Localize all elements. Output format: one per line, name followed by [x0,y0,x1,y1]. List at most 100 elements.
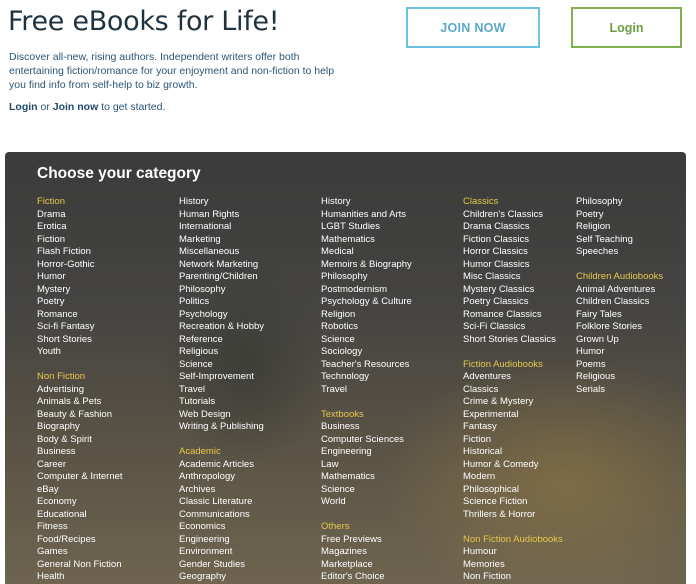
category-link[interactable]: Engineering [321,446,412,459]
category-link[interactable]: Science [179,359,264,372]
category-link[interactable]: Sci-fi Fantasy [37,321,123,334]
category-link[interactable]: Archives [179,484,264,497]
category-link[interactable]: Humanities and Arts [321,209,412,222]
category-link[interactable]: Romance [37,309,123,322]
category-link[interactable]: Career [37,459,123,472]
category-link[interactable]: Business [321,421,412,434]
category-link[interactable]: Body & Spirit [37,434,123,447]
category-link[interactable]: Computer Sciences [321,434,412,447]
category-link[interactable]: Philosophy [576,196,663,209]
category-link[interactable]: LGBT Studies [321,221,412,234]
category-link[interactable]: Mathematics [321,234,412,247]
category-link[interactable]: Erotica [37,221,123,234]
category-link[interactable]: Philosophy [321,271,412,284]
category-link[interactable]: eBay [37,484,123,497]
category-link[interactable]: Fantasy [463,421,563,434]
category-link[interactable]: Experimental [463,409,563,422]
category-link[interactable]: Tutorials [179,396,264,409]
category-link[interactable]: Mathematics [321,471,412,484]
category-link[interactable]: Fiction Classics [463,234,563,247]
category-link[interactable]: Humor [37,271,123,284]
category-link[interactable]: Technology [321,371,412,384]
category-link[interactable]: Engineering [179,534,264,547]
login-button[interactable]: Login [571,7,682,48]
category-link[interactable]: Serials [576,384,663,397]
category-link[interactable]: Games [37,546,123,559]
category-link[interactable]: Drama Classics [463,221,563,234]
category-link[interactable]: Academic Articles [179,459,264,472]
login-link[interactable]: Login [9,101,38,113]
category-link[interactable]: International [179,221,264,234]
category-link[interactable]: Grown Up [576,334,663,347]
category-link[interactable]: Youth [37,346,123,359]
category-link[interactable]: Medical [321,246,412,259]
category-link[interactable]: Humor & Comedy [463,459,563,472]
category-link[interactable]: Health [37,571,123,584]
category-link[interactable]: Fairy Tales [576,309,663,322]
category-link[interactable]: Network Marketing [179,259,264,272]
category-link[interactable]: Religion [576,221,663,234]
category-link[interactable]: Children's Classics [463,209,563,222]
category-link[interactable]: Short Stories Classics [463,334,563,347]
category-link[interactable]: Horror-Gothic [37,259,123,272]
category-link[interactable]: Magazines [321,546,412,559]
category-link[interactable]: Classic Literature [179,496,264,509]
category-link[interactable]: Classics [463,384,563,397]
category-link[interactable]: Drama [37,209,123,222]
category-link[interactable]: Economy [37,496,123,509]
category-link[interactable]: Animal Adventures [576,284,663,297]
category-link[interactable]: Recreation & Hobby [179,321,264,334]
category-link[interactable]: Gender Studies [179,559,264,572]
category-link[interactable]: History [179,196,264,209]
category-link[interactable]: Beauty & Fashion [37,409,123,422]
category-link[interactable]: Philosophy [179,284,264,297]
category-link[interactable]: Robotics [321,321,412,334]
category-link[interactable]: Religion [321,309,412,322]
category-link[interactable]: Economics [179,521,264,534]
category-link[interactable]: Politics [179,296,264,309]
category-link[interactable]: Reference [179,334,264,347]
category-link[interactable]: Folklore Stories [576,321,663,334]
category-link[interactable]: Writing & Publishing [179,421,264,434]
category-link[interactable]: Educational [37,509,123,522]
category-link[interactable]: Self Teaching [576,234,663,247]
category-link[interactable]: Animals & Pets [37,396,123,409]
category-link[interactable]: Psychology & Culture [321,296,412,309]
category-link[interactable]: History [321,196,412,209]
category-link[interactable]: Postmodernism [321,284,412,297]
category-link[interactable]: Psychology [179,309,264,322]
category-link[interactable]: Self-Improvement [179,371,264,384]
category-link[interactable]: Business [37,446,123,459]
category-link[interactable]: Poetry Classics [463,296,563,309]
category-link[interactable]: Geography [179,571,264,584]
category-link[interactable]: Anthropology [179,471,264,484]
category-link[interactable]: Marketplace [321,559,412,572]
category-link[interactable]: Religious [179,346,264,359]
category-link[interactable]: Web Design [179,409,264,422]
category-link[interactable]: Marketing [179,234,264,247]
category-link[interactable]: World [321,496,412,509]
category-link[interactable]: Travel [321,384,412,397]
category-link[interactable]: Modern [463,471,563,484]
category-link[interactable]: Misc Classics [463,271,563,284]
category-link[interactable]: Environment [179,546,264,559]
category-link[interactable]: Sci-Fi Classics [463,321,563,334]
category-link[interactable]: Free Previews [321,534,412,547]
category-link[interactable]: Parenting/Children [179,271,264,284]
category-link[interactable]: Editor's Choice [321,571,412,584]
category-link[interactable]: Children Classics [576,296,663,309]
category-link[interactable]: Non Fiction [463,571,563,584]
category-link[interactable]: Biography [37,421,123,434]
category-link[interactable]: Food/Recipes [37,534,123,547]
category-link[interactable]: Mystery Classics [463,284,563,297]
category-link[interactable]: Teacher's Resources [321,359,412,372]
category-link[interactable]: Poems [576,359,663,372]
category-link[interactable]: Travel [179,384,264,397]
category-link[interactable]: Short Stories [37,334,123,347]
category-link[interactable]: Memories [463,559,563,572]
category-link[interactable]: Horror Classics [463,246,563,259]
category-link[interactable]: Historical [463,446,563,459]
category-link[interactable]: Crime & Mystery [463,396,563,409]
category-link[interactable]: Romance Classics [463,309,563,322]
category-link[interactable]: Science [321,484,412,497]
